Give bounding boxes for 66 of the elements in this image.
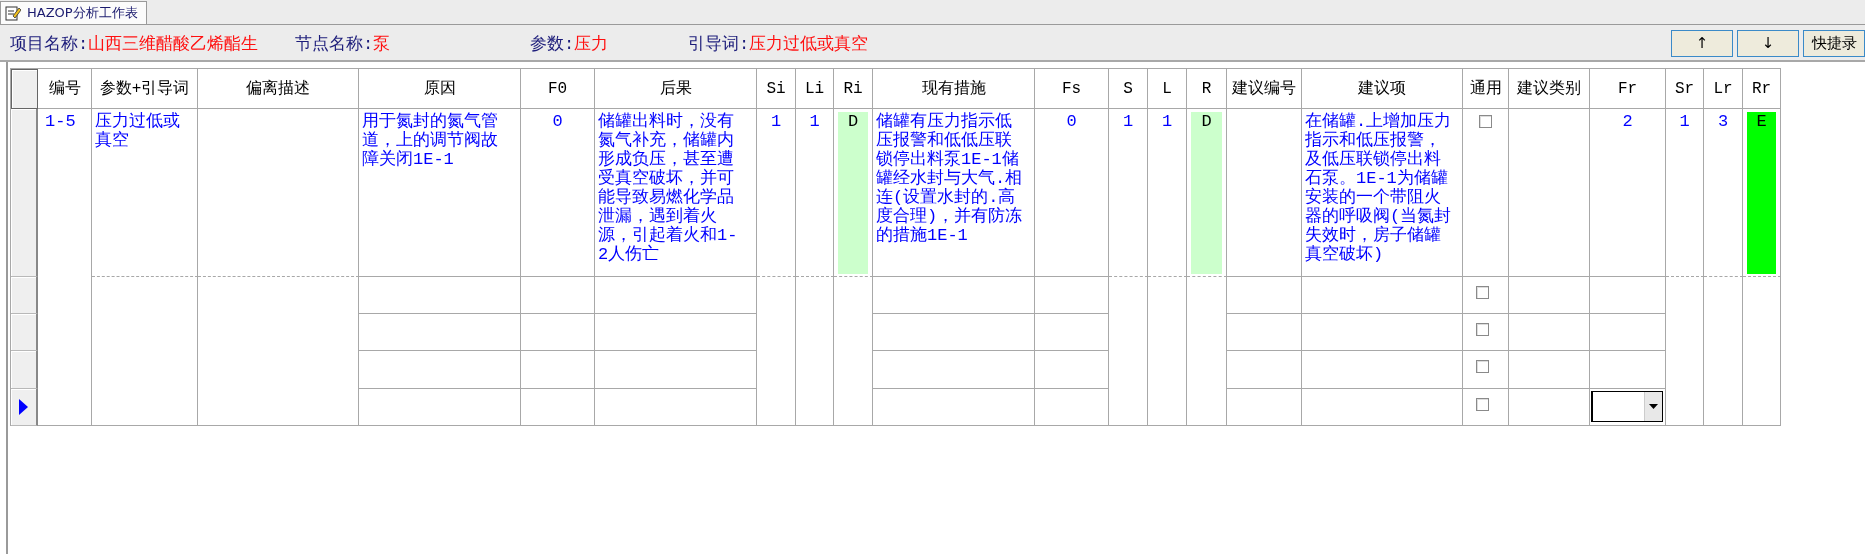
toolbar-button[interactable]: ↓ — [1737, 29, 1799, 57]
column-header: Li — [796, 69, 834, 109]
column-header: Rr — [1743, 69, 1781, 109]
table-cell: 1-5 — [38, 109, 92, 426]
column-header: 偏离描述 — [198, 69, 359, 109]
caret-icon — [1649, 404, 1658, 409]
row-header[interactable] — [11, 109, 38, 277]
row-header[interactable] — [11, 351, 38, 389]
table-cell: 1 — [1666, 109, 1704, 277]
column-header: 建议编号 — [1227, 69, 1302, 109]
column-header: 编号 — [38, 69, 92, 109]
checkbox[interactable] — [1475, 398, 1489, 411]
field-label: 项目名称: — [10, 34, 89, 54]
table-cell: 0 — [521, 109, 595, 277]
edit-document-icon — [5, 5, 21, 21]
table-cell: 1 — [796, 109, 834, 277]
column-header: 参数+引导词 — [92, 69, 198, 109]
toolbar-button[interactable]: 快捷录 — [1803, 29, 1865, 57]
risk-level: D — [838, 112, 868, 274]
column-header: L — [1148, 69, 1187, 109]
column-header: 通用 — [1463, 69, 1509, 109]
table-cell: 压力过低或真空 — [92, 109, 198, 277]
row-header[interactable] — [11, 389, 38, 426]
checkbox[interactable] — [1475, 286, 1489, 299]
row-header[interactable] — [11, 314, 38, 351]
risk-level: E — [1747, 112, 1776, 274]
column-header: 建议类别 — [1509, 69, 1590, 109]
field-label: 节点名称: — [295, 34, 374, 54]
field-value: 山西三维醋酸乙烯酯生 — [88, 34, 259, 54]
column-header: Fs — [1035, 69, 1109, 109]
column-header: Fr — [1590, 69, 1666, 109]
checkbox[interactable] — [1475, 323, 1489, 336]
worksheet-tab[interactable]: HAZOP分析工作表 — [0, 1, 147, 24]
column-header: 原因 — [359, 69, 521, 109]
row-header[interactable] — [11, 277, 38, 314]
toolbar-button[interactable]: ↑ — [1671, 29, 1733, 57]
field-label: 引导词: — [688, 34, 750, 54]
table-cell: 在储罐.上增加压力指示和低压报警，及低压联锁停出料石泵。1E-1为储罐安装的一个带阻火器的呼吸阀(当氮封失效时，房子储罐真空破坏) — [1302, 109, 1463, 277]
table-cell: 1 — [1109, 109, 1148, 277]
column-header: F0 — [521, 69, 595, 109]
column-header: Ri — [834, 69, 873, 109]
column-header: Lr — [1704, 69, 1743, 109]
table-cell: 用于氮封的氮气管道，上的调节阀故障关闭1E-1 — [359, 109, 521, 277]
column-header: Sr — [1666, 69, 1704, 109]
table-cell: 储罐有压力指示低压报警和低低压联锁停出料泵1E-1储罐经水封与大气.相连(设置水封的.高度合理)，并有防冻的措施1E-1 — [873, 109, 1035, 277]
column-header: 建议项 — [1302, 69, 1463, 109]
table-cell: 0 — [1035, 109, 1109, 277]
field-value: 压力过低或真空 — [749, 34, 869, 54]
column-header: R — [1187, 69, 1227, 109]
column-header: Si — [757, 69, 796, 109]
checkbox[interactable] — [1479, 115, 1492, 128]
field-value: 泵 — [373, 34, 391, 54]
current-row-icon — [19, 399, 28, 415]
checkbox[interactable] — [1475, 360, 1489, 373]
table-cell: 1 — [1148, 109, 1187, 277]
column-header: 现有措施 — [873, 69, 1035, 109]
field-value: 压力 — [574, 34, 609, 54]
table-cell: 3 — [1704, 109, 1743, 277]
table-cell: 储罐出料时，没有氮气补充，储罐内形成负压，甚至遭受真空破坏，并可能导致易燃化学品泄漏，遇到着火源，引起着火和1-2人伤亡 — [595, 109, 757, 277]
column-header: S — [1109, 69, 1148, 109]
select-all-button[interactable] — [11, 69, 38, 109]
field-label: 参数: — [530, 34, 575, 54]
risk-level: D — [1191, 112, 1222, 274]
table-cell: 1 — [757, 109, 796, 277]
column-header: 后果 — [595, 69, 757, 109]
table-cell: 2 — [1590, 109, 1666, 277]
